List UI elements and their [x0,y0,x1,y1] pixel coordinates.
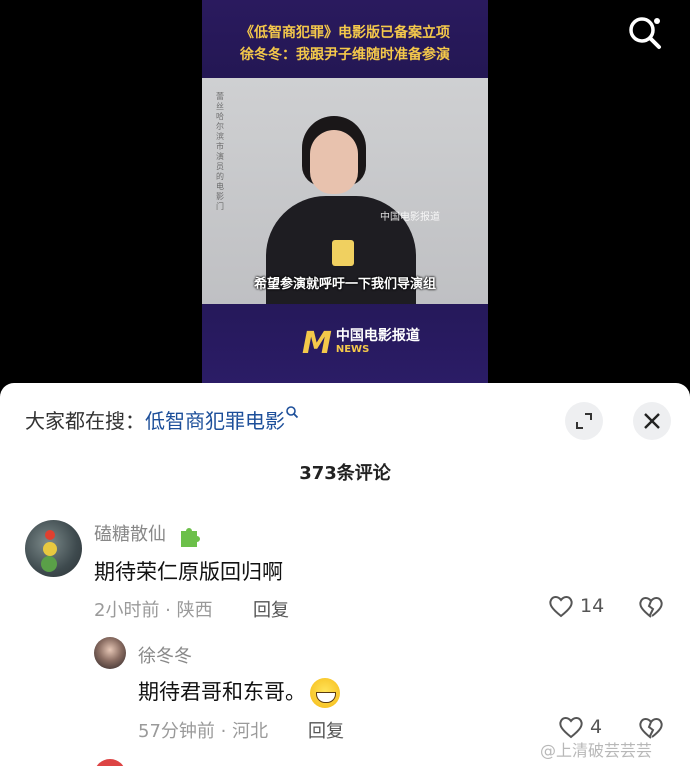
search-icon [629,17,661,49]
video-title-line1: 《低智商犯罪》电影版已备案立项 [240,25,450,41]
comment-text: 期待荣仁原版回归啊 [94,560,283,584]
trending-search-term[interactable]: 低智商犯罪电影 [145,409,285,433]
comment-sheet: 大家都在搜：低智商犯罪电影 373条评论 磕糖散仙 期待荣仁原版回归啊 2小时前… [0,383,690,766]
video-title: 《低智商犯罪》电影版已备案立项 徐冬冬：我跟尹子维随时准备参演 [202,22,488,66]
video-title-line2: 徐冬冬：我跟尹子维随时准备参演 [240,47,450,63]
broken-heart-icon [639,597,663,618]
comment-meta: 2小时前 · 陕西 [94,600,213,621]
microphone [332,240,354,266]
reply-username[interactable]: 徐冬冬 [138,642,192,668]
comment-username-text: 磕糖散仙 [94,524,166,545]
expand-icon [576,413,592,429]
expand-button[interactable] [565,402,603,440]
video-vertical-caption: 蕾丝哈尔滨市演员的电影门 [216,92,224,211]
puzzle-badge-icon [180,528,200,547]
news-logo: M 中国电影报道 NEWS [302,325,420,361]
screen: 《低智商犯罪》电影版已备案立项 徐冬冬：我跟尹子维随时准备参演 蕾丝哈尔滨市演员… [0,0,690,766]
avatar[interactable] [25,520,82,577]
grin-emoji-icon [310,678,340,708]
logo-sub: NEWS [335,344,370,355]
reply-button[interactable]: 回复 [253,596,289,622]
logo-mark: M [302,325,332,361]
comment-username[interactable]: 磕糖散仙 [94,520,202,548]
reply-text: 期待君哥和东哥。 [138,676,340,708]
trending-search-prefix: 大家都在搜： [25,409,145,433]
logo-text: 中国电影报道 [335,328,420,344]
close-icon [644,413,660,429]
person-face [310,130,358,194]
weibo-watermark: @上清破芸芸芸 [540,741,653,760]
close-button[interactable] [633,402,671,440]
video-player[interactable]: 《低智商犯罪》电影版已备案立项 徐冬冬：我跟尹子维随时准备参演 蕾丝哈尔滨市演员… [202,0,488,383]
search-mini-icon [286,406,299,419]
video-watermark: 中国电影报道 [380,212,440,223]
next-comment-avatar[interactable] [94,759,126,766]
video-frame: 蕾丝哈尔滨市演员的电影门 中国电影报道 希望参演就呼吁一下我们导演组 [202,78,488,304]
reply-avatar[interactable] [94,637,126,669]
video-subtitle: 希望参演就呼吁一下我们导演组 [253,277,436,292]
reply-text-body: 期待君哥和东哥。 [138,680,306,704]
comment-count: 373条评论 [299,463,391,484]
reply-like-count: 4 [590,716,603,738]
reply-reply-button[interactable]: 回复 [308,717,344,743]
trending-search[interactable]: 大家都在搜：低智商犯罪电影 [25,405,299,434]
reply-like-button[interactable]: 4 [558,715,602,739]
like-button[interactable]: 14 [548,594,604,618]
heart-icon [559,717,583,739]
like-count: 14 [580,595,605,617]
heart-icon [549,596,573,618]
search-button[interactable] [626,14,664,52]
reply-meta: 57分钟前 · 河北 [138,721,269,742]
dislike-button[interactable] [638,595,664,623]
